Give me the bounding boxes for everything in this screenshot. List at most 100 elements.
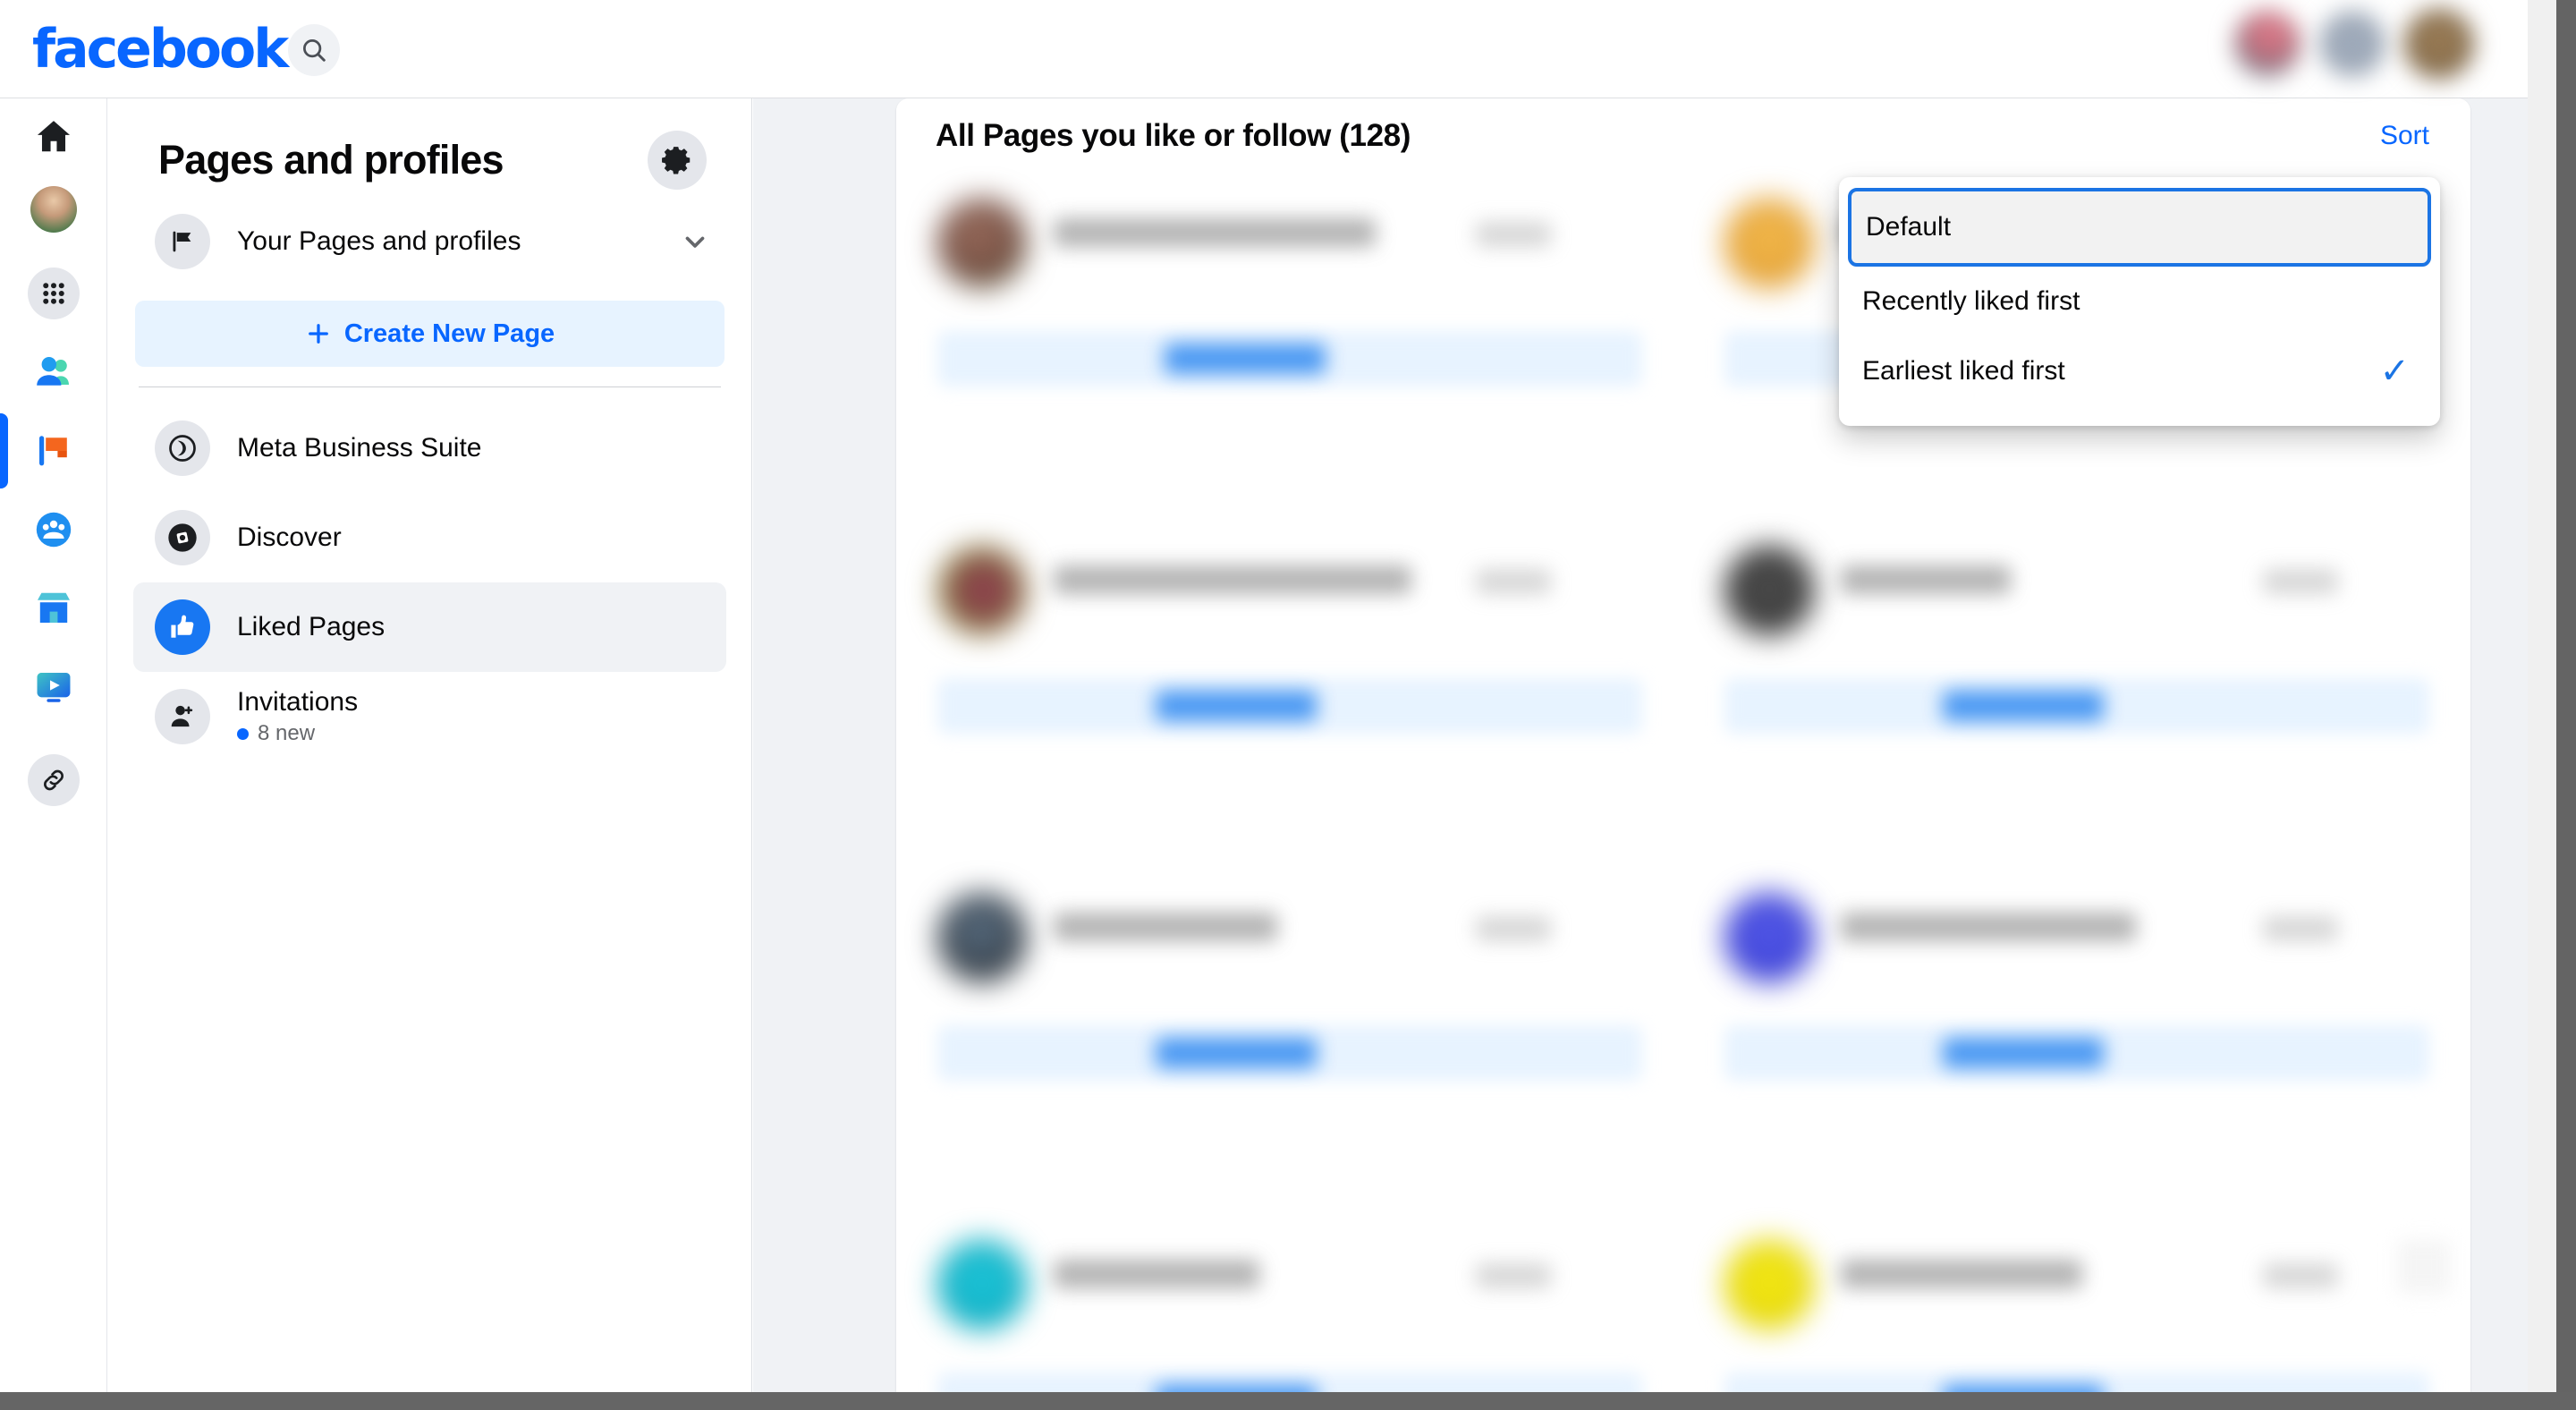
- window-bottom-edge: [0, 1392, 2576, 1410]
- page-name-redacted: [1054, 565, 1411, 594]
- page-avatar: [1724, 893, 1814, 982]
- notifications-avatar[interactable]: [2234, 11, 2301, 77]
- invitations-badge-label: 8 new: [258, 721, 316, 745]
- list-item[interactable]: [896, 521, 1683, 771]
- sidebar-item-meta-business-suite[interactable]: Meta Business Suite: [133, 403, 726, 493]
- discover-label: Discover: [237, 522, 342, 552]
- liked-action-label-redacted: [1165, 344, 1326, 374]
- page-meta-redacted: [2263, 1263, 2338, 1288]
- rail-item-home[interactable]: [0, 98, 107, 174]
- chevron-down-icon[interactable]: [680, 226, 710, 257]
- settings-button[interactable]: [648, 131, 707, 190]
- browser-viewport: facebook Pages and profiles Your Pages a…: [0, 0, 2576, 1410]
- page-surface: facebook Pages and profiles Your Pages a…: [0, 0, 2528, 1392]
- list-item[interactable]: [896, 174, 1683, 424]
- liked-action-label-redacted: [1943, 1385, 2104, 1392]
- sort-option-default[interactable]: Default: [1848, 188, 2431, 267]
- page-name-redacted: [1841, 565, 2011, 594]
- account-avatar[interactable]: [2404, 9, 2474, 79]
- page-meta-redacted: [2263, 569, 2338, 594]
- liked-pages-header: All Pages you like or follow (128) Sort: [896, 98, 2470, 174]
- invitations-label: Invitations: [237, 687, 359, 717]
- sidebar-item-discover[interactable]: Discover: [133, 493, 726, 582]
- page-row: [896, 868, 2470, 1118]
- plus-icon: [308, 324, 328, 344]
- panel-header: Pages and profiles: [130, 122, 730, 197]
- create-new-page-button[interactable]: Create New Page: [135, 301, 724, 367]
- left-icon-rail: [0, 98, 107, 1392]
- sort-option-default-label: Default: [1866, 212, 1952, 242]
- thumbs-up-icon: [171, 615, 194, 638]
- liked-action-label-redacted: [1156, 1038, 1317, 1068]
- scroll-indicator[interactable]: [2397, 1240, 2451, 1294]
- active-indicator-bar: [0, 413, 8, 488]
- unread-dot-icon: [237, 727, 249, 740]
- friends-icon: [37, 357, 69, 386]
- list-item[interactable]: [1683, 1215, 2470, 1392]
- page-avatar: [937, 199, 1027, 288]
- liked-action-label-redacted: [1156, 691, 1317, 721]
- list-item[interactable]: [1683, 868, 2470, 1118]
- person-add-icon: [171, 705, 193, 727]
- list-item[interactable]: [896, 1215, 1683, 1392]
- page-avatar: [937, 1240, 1027, 1329]
- rail-item-video[interactable]: [0, 650, 107, 725]
- window-right-edge: [2556, 0, 2576, 1410]
- page-meta-redacted: [1476, 222, 1551, 247]
- page-meta-redacted: [1476, 916, 1551, 941]
- facebook-logo[interactable]: facebook: [32, 20, 289, 79]
- page-name-redacted: [1054, 1260, 1259, 1288]
- gear-icon: [662, 147, 691, 174]
- meta-infinity-icon: [169, 435, 196, 462]
- link-chain-icon: [28, 754, 80, 806]
- list-item[interactable]: [1683, 521, 2470, 771]
- check-icon: ✓: [2379, 352, 2410, 391]
- panel-divider: [139, 386, 721, 387]
- person-add-icon-wrapper: [155, 689, 210, 744]
- groups-icon: [36, 512, 72, 548]
- rail-item-marketplace[interactable]: [0, 571, 107, 646]
- page-meta-redacted: [2263, 916, 2338, 941]
- rail-item-menu[interactable]: [0, 256, 107, 331]
- page-name-redacted: [1054, 913, 1277, 941]
- rail-item-profile[interactable]: [0, 172, 107, 247]
- sort-option-earliest-liked-first[interactable]: Earliest liked first ✓: [1848, 336, 2431, 406]
- page-avatar: [1724, 546, 1814, 635]
- page-name-redacted: [1841, 1260, 2082, 1288]
- meta-business-suite-label: Meta Business Suite: [237, 433, 482, 463]
- discover-compass-icon: [168, 523, 197, 552]
- flag-icon-wrapper: [155, 214, 210, 269]
- messenger-avatar[interactable]: [2320, 12, 2385, 76]
- page-avatar: [1724, 199, 1814, 288]
- meta-infinity-icon-wrapper: [155, 420, 210, 476]
- rail-item-groups[interactable]: [0, 492, 107, 567]
- liked-pages-label: Liked Pages: [237, 612, 386, 641]
- liked-action-label-redacted: [1943, 1038, 2104, 1068]
- sort-dropdown-menu: Default Recently liked first Earliest li…: [1839, 177, 2440, 426]
- pages-and-profiles-panel: Pages and profiles Your Pages and profil…: [108, 98, 752, 1392]
- sort-button[interactable]: Sort: [2380, 121, 2429, 151]
- invitations-badge: 8 new: [237, 721, 358, 746]
- your-pages-and-profiles-row[interactable]: Your Pages and profiles: [133, 197, 726, 286]
- page-meta-redacted: [1476, 1263, 1551, 1288]
- profile-avatar-icon: [30, 186, 77, 233]
- rail-item-friends[interactable]: [0, 335, 107, 410]
- list-item[interactable]: [896, 868, 1683, 1118]
- grid-menu-icon: [28, 268, 80, 319]
- rail-item-pages[interactable]: [0, 413, 107, 488]
- search-icon: [303, 39, 326, 62]
- page-row: [896, 1215, 2470, 1392]
- sidebar-item-invitations[interactable]: Invitations 8 new: [133, 672, 726, 761]
- liked-action-label-redacted: [1156, 1385, 1317, 1392]
- sidebar-item-liked-pages[interactable]: Liked Pages: [133, 582, 726, 672]
- your-pages-label: Your Pages and profiles: [237, 226, 521, 256]
- rail-item-links[interactable]: [0, 743, 107, 818]
- video-play-icon: [37, 673, 71, 702]
- discover-icon-wrapper: [155, 510, 210, 565]
- page-row: [896, 521, 2470, 771]
- create-new-page-label: Create New Page: [343, 319, 555, 348]
- page-meta-redacted: [1476, 569, 1551, 594]
- sort-option-recently-liked-first[interactable]: Recently liked first: [1848, 267, 2431, 336]
- search-button[interactable]: [288, 24, 340, 76]
- topbar-right-actions: [2234, 9, 2474, 79]
